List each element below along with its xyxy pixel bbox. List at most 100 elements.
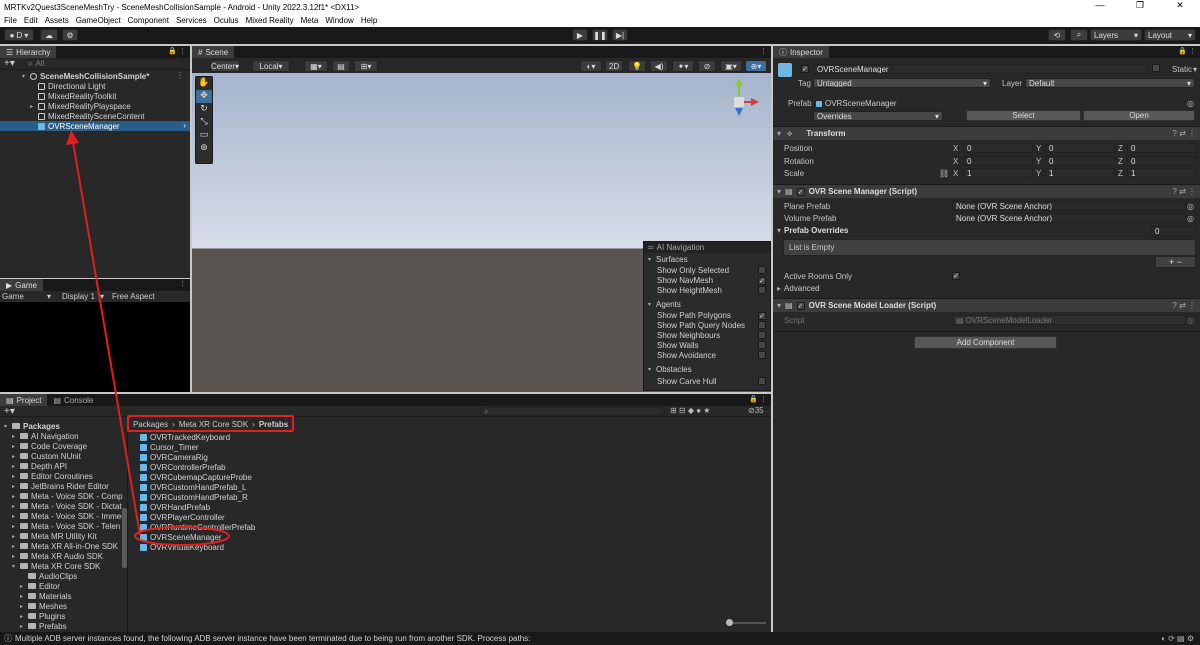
menu-edit[interactable]: Edit bbox=[24, 16, 38, 25]
file-item[interactable]: OVRHandPrefab bbox=[140, 502, 210, 512]
tree-item[interactable]: ▸ Plugins bbox=[20, 611, 65, 621]
pause-button[interactable]: ❚❚ bbox=[592, 29, 608, 41]
close-button[interactable]: ✕ bbox=[1160, 0, 1200, 11]
tree-item[interactable]: ▸ Meshes bbox=[20, 601, 67, 611]
tree-item[interactable]: ▸ Meta XR All-in-One SDK bbox=[12, 541, 118, 551]
position-y[interactable]: 0 bbox=[1045, 143, 1115, 153]
scale-x[interactable]: 1 bbox=[963, 168, 1033, 178]
tree-item[interactable]: ▸ Custom NUnit bbox=[12, 451, 81, 461]
tree-item[interactable]: ▸ Code Coverage bbox=[12, 441, 87, 451]
tree-item[interactable]: ▸ Meta MR Utility Kit bbox=[12, 531, 97, 541]
menu-oculus[interactable]: Oculus bbox=[214, 16, 239, 25]
step-button[interactable]: ▶| bbox=[612, 29, 628, 41]
rotation-x[interactable]: 0 bbox=[963, 156, 1033, 166]
tree-item[interactable]: ▸ Materials bbox=[20, 591, 71, 601]
tree-item[interactable]: ▸ Depth API bbox=[12, 461, 67, 471]
show-path-polygons-checkbox[interactable]: ✓ bbox=[758, 311, 766, 320]
show-path-query-nodes-checkbox[interactable] bbox=[758, 321, 766, 331]
active-rooms-checkbox[interactable]: ✓ bbox=[952, 271, 960, 280]
display-dropdown[interactable]: Display 1 bbox=[62, 292, 95, 301]
panel-menu-icon[interactable]: ⋮ bbox=[179, 280, 186, 288]
position-x[interactable]: 0 bbox=[963, 143, 1033, 153]
menu-services[interactable]: Services bbox=[176, 16, 207, 25]
grid-icon[interactable]: ▤ bbox=[332, 60, 350, 72]
prefab-asset-field[interactable]: OVRSceneManager bbox=[816, 99, 897, 108]
target-icon[interactable]: ◎ bbox=[1187, 214, 1194, 223]
target-icon[interactable]: ◎ bbox=[1187, 202, 1194, 211]
show-heightmesh-checkbox[interactable] bbox=[758, 286, 766, 296]
obstacles-foldout[interactable]: ▾ Obstacles bbox=[648, 364, 692, 374]
menu-mixed-reality[interactable]: Mixed Reality bbox=[246, 16, 294, 25]
grid-snap-icon[interactable]: ▦▾ bbox=[304, 60, 328, 72]
prefab-overrides-count[interactable]: 0 bbox=[1151, 226, 1196, 236]
pivot-dropdown[interactable]: Center ▾ bbox=[210, 60, 240, 72]
scale-icon[interactable]: ⤡ bbox=[196, 116, 212, 129]
layout-dropdown[interactable]: Layout ▾ bbox=[1144, 29, 1196, 41]
add-icon[interactable]: +▾ bbox=[4, 58, 15, 69]
layer-dropdown[interactable]: Default ▾ bbox=[1025, 78, 1195, 88]
camera-icon[interactable]: ▣▾ bbox=[720, 60, 742, 72]
rotation-z[interactable]: 0 bbox=[1127, 156, 1197, 166]
open-button[interactable]: Open bbox=[1083, 110, 1195, 121]
effects-icon[interactable]: ✦▾ bbox=[672, 60, 694, 72]
overrides-dropdown[interactable]: Overrides ▾ bbox=[813, 111, 943, 121]
zoom-slider[interactable] bbox=[726, 619, 766, 626]
show-avoidance-checkbox[interactable] bbox=[758, 351, 766, 361]
menu-gameobject[interactable]: GameObject bbox=[76, 16, 121, 25]
transform-header[interactable]: ▾ ⟡ Transform ? ⇄ ⋮ bbox=[773, 126, 1200, 140]
scale-z[interactable]: 1 bbox=[1127, 168, 1197, 178]
show-navmesh-checkbox[interactable]: ✓ bbox=[758, 276, 766, 285]
scene-manager-enabled-checkbox[interactable]: ✓ bbox=[796, 187, 805, 196]
scene-menu-icon[interactable]: ⋮ bbox=[176, 71, 184, 80]
tree-item[interactable]: ▸ Editor Coroutines bbox=[12, 471, 93, 481]
panel-menu-icon[interactable]: 🔒 ⋮ bbox=[1178, 47, 1196, 55]
target-icon[interactable]: ◎ bbox=[1187, 99, 1194, 108]
menu-component[interactable]: Component bbox=[128, 16, 169, 25]
play-button[interactable]: ▶ bbox=[572, 29, 588, 41]
menu-file[interactable]: File bbox=[4, 16, 17, 25]
tree-item[interactable]: ▸ Meta XR Audio SDK bbox=[12, 551, 103, 561]
tab-game[interactable]: ▶ Game bbox=[0, 279, 43, 291]
tree-item[interactable]: ▸ AI Navigation bbox=[12, 431, 79, 441]
tab-console[interactable]: ▤ Console bbox=[47, 394, 100, 406]
volume-prefab-field[interactable]: None (OVR Scene Anchor) bbox=[952, 213, 1186, 223]
scene-manager-header[interactable]: ▾ ▤ ✓ OVR Scene Manager (Script) ? ⇄ ⋮ bbox=[773, 184, 1200, 198]
surfaces-foldout[interactable]: ▾ Surfaces bbox=[648, 254, 688, 264]
hidden-icon[interactable]: ⊘ bbox=[698, 60, 716, 72]
show-only-selected-checkbox[interactable] bbox=[758, 266, 766, 276]
list-add-remove-buttons[interactable]: + − bbox=[1155, 256, 1196, 268]
plane-prefab-field[interactable]: None (OVR Scene Anchor) bbox=[952, 201, 1186, 211]
position-z[interactable]: 0 bbox=[1127, 143, 1197, 153]
file-item[interactable]: OVRCameraRig bbox=[140, 452, 208, 462]
collab-icon[interactable]: ⚙ bbox=[62, 29, 78, 41]
file-item[interactable]: Cursor_Timer bbox=[140, 442, 199, 452]
status-message[interactable]: Multiple ADB server instances found, the… bbox=[15, 634, 530, 643]
panel-menu-icon[interactable]: 🔒 ⋮ bbox=[168, 47, 186, 55]
hierarchy-item-selected[interactable]: OVRSceneManager bbox=[38, 121, 120, 131]
menu-help[interactable]: Help bbox=[361, 16, 377, 25]
layers-dropdown[interactable]: Layers ▾ bbox=[1090, 29, 1142, 41]
move-icon[interactable]: ✥ bbox=[196, 90, 212, 103]
menu-assets[interactable]: Assets bbox=[45, 16, 69, 25]
mode-2d-button[interactable]: 2D bbox=[605, 60, 623, 72]
tab-scene[interactable]: # Scene bbox=[192, 46, 235, 58]
show-neighbours-checkbox[interactable] bbox=[758, 331, 766, 341]
tag-dropdown[interactable]: Untagged ▾ bbox=[813, 78, 991, 88]
hierarchy-item[interactable]: ▸ MixedRealityPlayspace bbox=[30, 101, 131, 111]
history-icon[interactable]: ⟲ bbox=[1048, 29, 1066, 41]
hierarchy-item[interactable]: Directional Light bbox=[38, 81, 105, 91]
static-dropdown-icon[interactable]: ▾ bbox=[1193, 65, 1197, 74]
component-menu-icon[interactable]: ? ⇄ ⋮ bbox=[1172, 187, 1196, 196]
tree-item[interactable]: ▸ Meta - Voice SDK - Dictat bbox=[12, 501, 122, 511]
gizmos-icon[interactable]: ⊕▾ bbox=[745, 60, 767, 72]
tree-item-prefabs[interactable]: ▸ Prefabs bbox=[20, 621, 67, 631]
rotation-y[interactable]: 0 bbox=[1045, 156, 1115, 166]
cloud-icon[interactable]: ☁ bbox=[40, 29, 58, 41]
rotate-icon[interactable]: ↻ bbox=[196, 103, 212, 116]
object-name-field[interactable]: OVRSceneManager bbox=[813, 64, 1148, 74]
tree-item[interactable]: AudioClips bbox=[20, 571, 77, 581]
add-component-button[interactable]: Add Component bbox=[914, 336, 1057, 349]
tree-item[interactable]: ▾ Meta XR Core SDK bbox=[12, 561, 100, 571]
hand-icon[interactable]: ✋ bbox=[196, 77, 212, 90]
hierarchy-search-input[interactable]: ⌕ All bbox=[24, 59, 184, 68]
